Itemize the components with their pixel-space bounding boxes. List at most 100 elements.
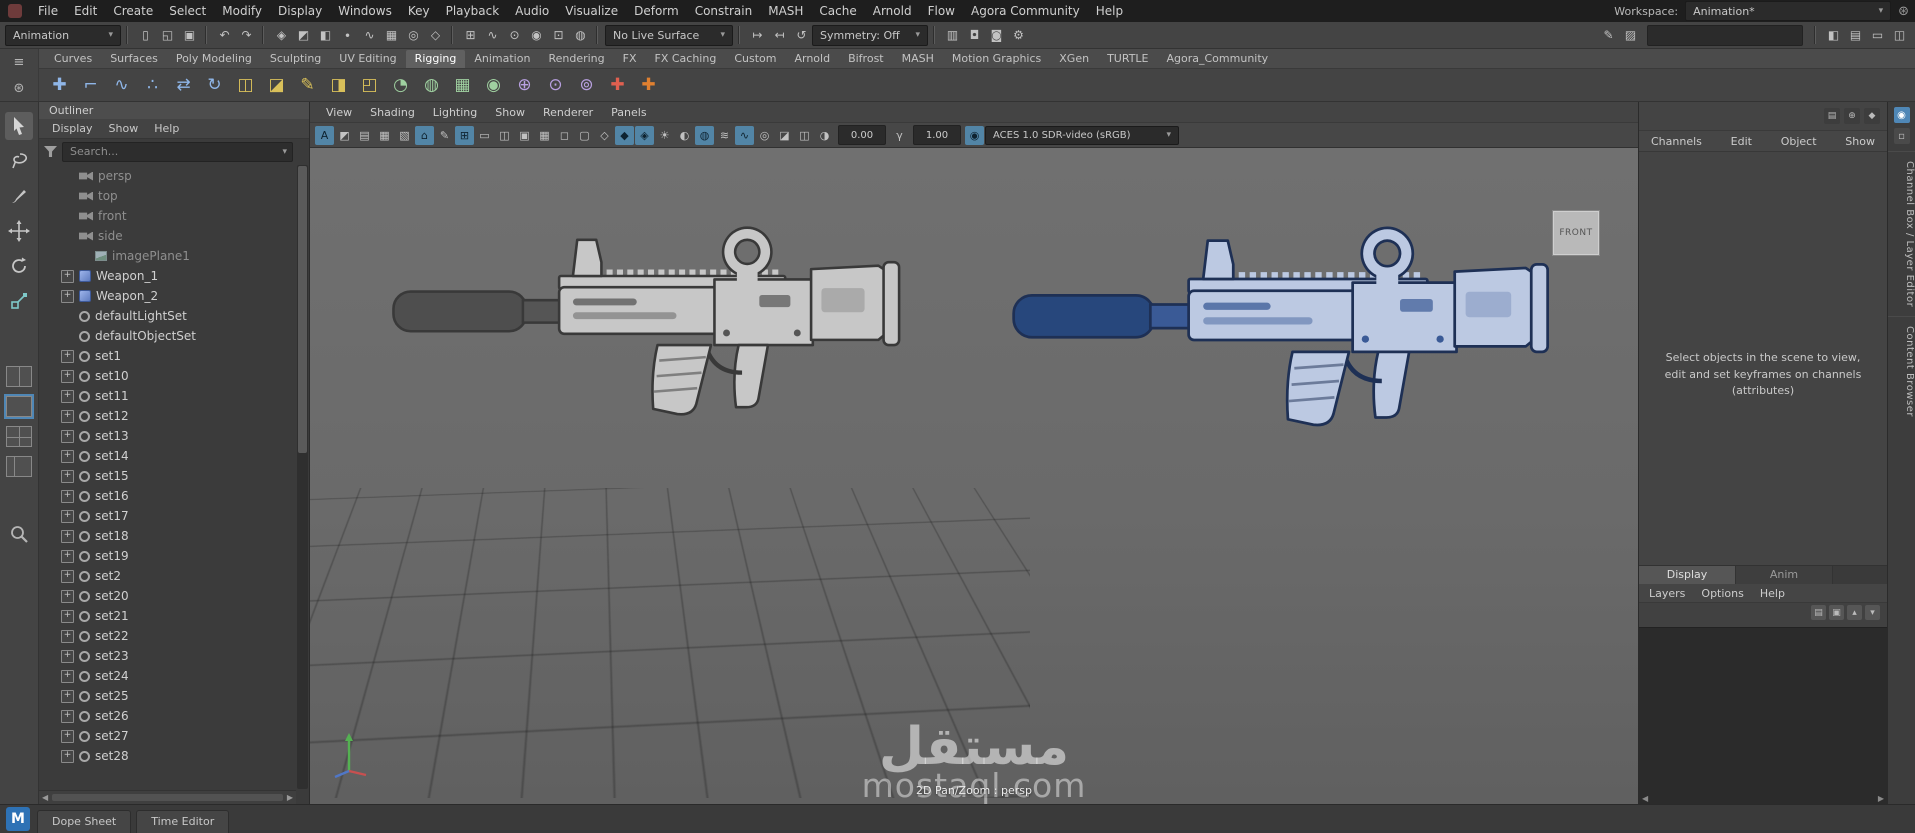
menubar-item[interactable]: Windows: [330, 2, 400, 20]
bookmarks-icon[interactable]: ▦: [375, 126, 394, 145]
outliner-item[interactable]: + set23: [39, 646, 297, 666]
channel-display-icon[interactable]: ▤: [1824, 108, 1840, 124]
shelf-tab[interactable]: Motion Graphics: [943, 50, 1050, 68]
app-icon[interactable]: [8, 4, 22, 18]
create-joint-icon[interactable]: ✚: [45, 71, 74, 100]
wireframe-icon[interactable]: ◇: [595, 126, 614, 145]
outliner-persp-layout-button[interactable]: [6, 456, 32, 477]
outliner-item[interactable]: + set14: [39, 446, 297, 466]
camera-select-icon[interactable]: A: [315, 126, 334, 145]
bind-skin-icon[interactable]: ◫: [231, 71, 260, 100]
gamma-icon[interactable]: γ: [890, 126, 909, 145]
shelf-tab[interactable]: Animation: [465, 50, 539, 68]
menubar-item[interactable]: Flow: [920, 2, 963, 20]
camera-lock-icon[interactable]: ◩: [335, 126, 354, 145]
scrollbar-thumb[interactable]: [298, 166, 307, 453]
outliner-menu-item[interactable]: Help: [147, 121, 186, 136]
channel-box-menu-item[interactable]: Channels: [1651, 135, 1702, 148]
expand-toggle-icon[interactable]: +: [61, 470, 74, 483]
field-chart-icon[interactable]: ▦: [535, 126, 554, 145]
outliner-item[interactable]: + set13: [39, 426, 297, 446]
lattice-icon[interactable]: ▦: [448, 71, 477, 100]
expand-toggle-icon[interactable]: +: [61, 350, 74, 363]
live-surface-dropdown[interactable]: No Live Surface ▾: [605, 25, 733, 46]
search-options-arrow[interactable]: ▾: [282, 147, 287, 157]
workspace-sync-icon[interactable]: ◉: [1894, 107, 1910, 123]
texture-view-icon[interactable]: ▨: [1620, 25, 1641, 46]
menubar-item[interactable]: Select: [161, 2, 214, 20]
channel-box-menu-item[interactable]: Edit: [1731, 135, 1752, 148]
snap-to-curve-icon[interactable]: ∿: [482, 25, 503, 46]
layer-editor-tab[interactable]: Display: [1639, 566, 1736, 584]
insert-joint-icon[interactable]: ∴: [138, 71, 167, 100]
outliner-menu-item[interactable]: Show: [102, 121, 146, 136]
select-mask-deformation-icon[interactable]: ◎: [403, 25, 424, 46]
copy-skin-weights-icon[interactable]: ◰: [355, 71, 384, 100]
zoom-layout-icon[interactable]: [9, 524, 29, 547]
unbind-skin-icon[interactable]: ◪: [262, 71, 291, 100]
shelf-tab[interactable]: Arnold: [785, 50, 839, 68]
outliner-item[interactable]: + set20: [39, 586, 297, 606]
motion-blur-icon[interactable]: ≋: [715, 126, 734, 145]
filter-icon[interactable]: [44, 146, 57, 157]
shadows-icon[interactable]: ◐: [675, 126, 694, 145]
blend-shape-icon[interactable]: ◔: [386, 71, 415, 100]
select-mask-surface-icon[interactable]: ▦: [381, 25, 402, 46]
bottom-panel-tab[interactable]: Dope Sheet: [37, 810, 131, 833]
scale-tool[interactable]: [5, 287, 33, 315]
viewport-canvas[interactable]: FRONT مستقل mostaql.com 2D Pan/Zoom : pe…: [310, 148, 1638, 804]
outliner-item[interactable]: + set24: [39, 666, 297, 686]
open-render-view-icon[interactable]: ▥: [942, 25, 963, 46]
point-constraint-icon[interactable]: ⊙: [541, 71, 570, 100]
outliner-item[interactable]: + set25: [39, 686, 297, 706]
expand-toggle-icon[interactable]: +: [61, 390, 74, 403]
outliner-item[interactable]: + top: [39, 186, 297, 206]
scroll-right-arrow[interactable]: ▶: [287, 793, 293, 802]
new-empty-layer-icon[interactable]: ▤: [1811, 605, 1826, 620]
shelf-tab[interactable]: Poly Modeling: [167, 50, 261, 68]
pin-panel-icon[interactable]: ▫: [1894, 128, 1910, 144]
shelf-tab[interactable]: TURTLE: [1098, 50, 1157, 68]
outliner-item[interactable]: + defaultObjectSet: [39, 326, 297, 346]
cluster-icon[interactable]: ◍: [417, 71, 446, 100]
menubar-item[interactable]: Edit: [66, 2, 105, 20]
expand-toggle-icon[interactable]: +: [61, 270, 74, 283]
expand-toggle-icon[interactable]: +: [61, 690, 74, 703]
menubar-item[interactable]: Playback: [438, 2, 508, 20]
scroll-left-arrow[interactable]: ◀: [1642, 794, 1648, 803]
vertical-dock-tab[interactable]: Channel Box / Layer Editor: [1888, 151, 1915, 316]
expand-toggle-icon[interactable]: +: [61, 450, 74, 463]
ipr-render-icon[interactable]: ◙: [986, 25, 1007, 46]
viewport-menu-item[interactable]: View: [318, 105, 360, 120]
front-image-plane[interactable]: FRONT: [1552, 210, 1600, 256]
select-tool[interactable]: [5, 112, 33, 140]
rotate-tool[interactable]: [5, 252, 33, 280]
menubar-item[interactable]: MASH: [760, 2, 811, 20]
view-transform-dropdown[interactable]: ACES 1.0 SDR-video (sRGB) ▾: [985, 126, 1179, 145]
outliner-item[interactable]: + set11: [39, 386, 297, 406]
symmetry-dropdown[interactable]: Symmetry: Off ▾: [812, 25, 928, 46]
paint-select-tool[interactable]: [5, 182, 33, 210]
outliner-vertical-scrollbar[interactable]: [297, 165, 308, 789]
outliner-item[interactable]: + set27: [39, 726, 297, 746]
render-current-frame-icon[interactable]: ◘: [964, 25, 985, 46]
expand-toggle-icon[interactable]: +: [61, 610, 74, 623]
xray-icon[interactable]: ◪: [775, 126, 794, 145]
orient-joint-icon[interactable]: ↻: [200, 71, 229, 100]
shelf-tab[interactable]: UV Editing: [330, 50, 405, 68]
expand-toggle-icon[interactable]: +: [61, 290, 74, 303]
paint-skin-weights-icon[interactable]: ✎: [293, 71, 322, 100]
outliner-item[interactable]: + set16: [39, 486, 297, 506]
outliner-item[interactable]: + set28: [39, 746, 297, 766]
scroll-left-arrow[interactable]: ◀: [42, 793, 48, 802]
outliner-item[interactable]: + imagePlane1: [39, 246, 297, 266]
layer-editor-tab[interactable]: Anim: [1736, 566, 1833, 584]
ambient-occlusion-icon[interactable]: ◍: [695, 126, 714, 145]
outliner-item[interactable]: + set26: [39, 706, 297, 726]
outliner-item[interactable]: + set17: [39, 506, 297, 526]
outliner-item[interactable]: + persp: [39, 166, 297, 186]
vertical-dock-tab[interactable]: Content Browser: [1888, 316, 1915, 426]
save-scene-icon[interactable]: ▣: [179, 25, 200, 46]
user-avatar[interactable]: M: [6, 807, 30, 831]
outliner-item[interactable]: + front: [39, 206, 297, 226]
